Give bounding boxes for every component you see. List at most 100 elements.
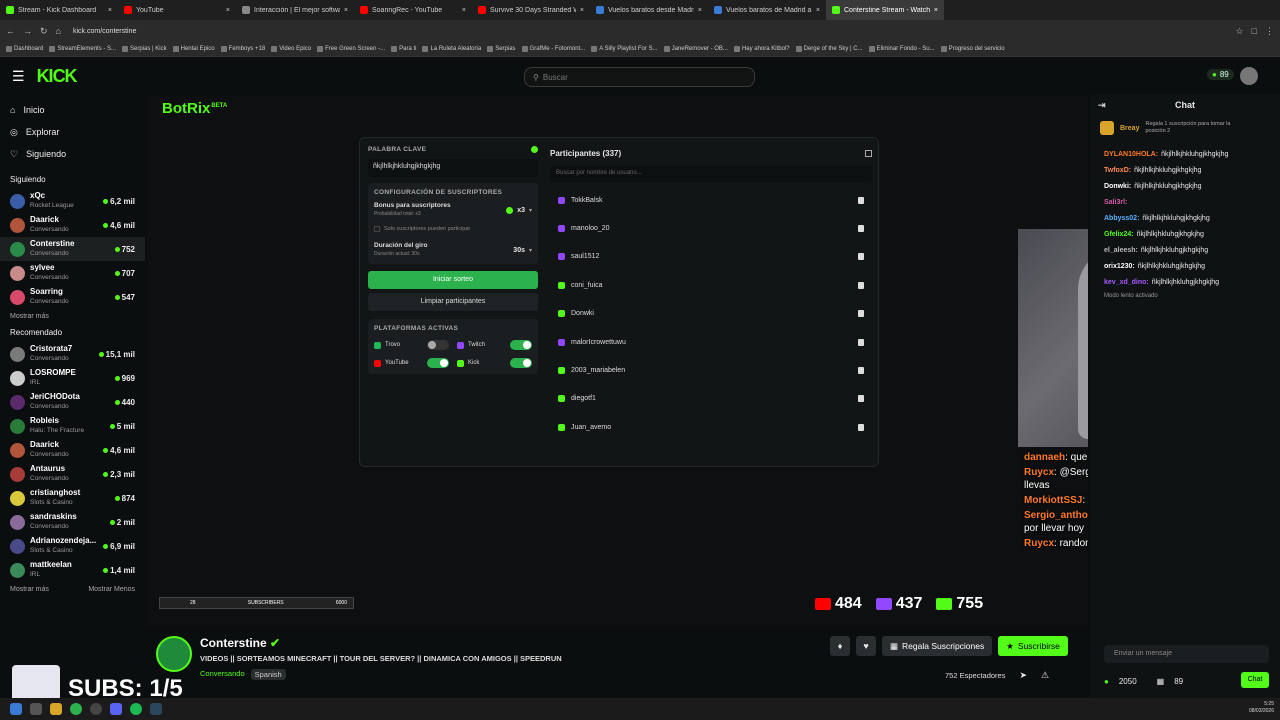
chat-user[interactable]: Gfelix24: <box>1104 231 1134 238</box>
channel-item[interactable]: Conterstine Conversando 752 <box>0 237 145 261</box>
bookmark-item[interactable]: Dashboard <box>6 46 43 52</box>
trash-icon[interactable] <box>858 395 864 403</box>
channel-item[interactable]: Daarick Conversando 4,6 mil <box>0 213 145 237</box>
bookmark-item[interactable]: Para ti <box>391 46 416 52</box>
user-avatar[interactable] <box>1240 67 1258 85</box>
search-box[interactable]: ⚲ <box>524 67 755 87</box>
bookmark-item[interactable]: Video Epico <box>271 46 311 52</box>
show-more-following[interactable]: Mostrar más <box>10 313 49 320</box>
star-icon[interactable]: ☆ <box>1235 26 1243 37</box>
video-player[interactable]: BotRixBETA PALABRA CLAVE ñkjlhlkjhkluhgj… <box>147 95 1088 627</box>
bookmark-item[interactable]: Progreso del servicio <box>940 46 1005 52</box>
steam-icon[interactable] <box>150 703 162 715</box>
reload-icon[interactable]: ↻ <box>40 26 48 37</box>
only-subs-checkbox[interactable] <box>374 226 380 232</box>
close-icon[interactable]: × <box>934 7 938 14</box>
trash-icon[interactable] <box>858 338 864 346</box>
browser-tab[interactable]: Conterstine Stream - Watch Liv × <box>826 0 944 20</box>
gift-subs-button[interactable]: ▦ Regala Suscripciones <box>882 636 993 656</box>
close-icon[interactable]: × <box>580 7 584 14</box>
show-more-recommended[interactable]: Mostrar más <box>10 586 49 593</box>
close-icon[interactable]: × <box>108 7 112 14</box>
chat-user[interactable]: Sali3rl: <box>1104 199 1127 206</box>
trash-icon[interactable] <box>858 423 864 431</box>
chat-user[interactable]: orix1230: <box>1104 263 1135 270</box>
channel-item[interactable]: LOSROMPE IRL 969 <box>0 366 145 390</box>
search-icon[interactable] <box>30 703 42 715</box>
forward-icon[interactable]: → <box>23 26 32 36</box>
stream-category[interactable]: Conversando <box>200 669 245 680</box>
chat-user[interactable]: Abbyss02: <box>1104 215 1139 222</box>
trash-icon[interactable] <box>858 310 864 318</box>
bookmark-item[interactable]: Serpias <box>487 46 516 52</box>
extensions-icon[interactable]: □ <box>1252 26 1257 36</box>
channel-item[interactable]: xQc Rocket League 6,2 mil <box>0 189 145 213</box>
language-tag[interactable]: Spanish <box>250 669 286 680</box>
channel-item[interactable]: sandraskins Conversando 2 mil <box>0 510 145 534</box>
platform-toggle[interactable] <box>510 340 532 350</box>
nav-siguiendo[interactable]: ♡ Siguiendo <box>0 143 145 165</box>
windows-start-icon[interactable] <box>10 703 22 715</box>
trash-icon[interactable] <box>858 225 864 233</box>
browser-tab[interactable]: Survive 30 Days Stranded With × <box>472 0 590 20</box>
chat-user[interactable]: kev_xd_dino: <box>1104 279 1149 286</box>
bookmark-item[interactable]: La Ruleta Aleatoria <box>422 46 481 52</box>
trash-icon[interactable] <box>858 196 864 204</box>
channel-item[interactable]: cristianghost Slots & Casino 874 <box>0 486 145 510</box>
nav-explorar[interactable]: ◎ Explorar <box>0 121 145 143</box>
participants-search[interactable]: Buscar por nombre de usuario... <box>550 166 872 182</box>
bookmark-item[interactable]: Hentai Epico <box>172 46 215 52</box>
menu-icon[interactable]: ⋮ <box>1265 26 1274 37</box>
heart-icon[interactable]: ♥ <box>856 636 876 656</box>
send-chat-button[interactable]: Chat <box>1241 672 1269 688</box>
url-field[interactable]: kick.com/conterstine <box>73 28 1228 35</box>
streamer-name[interactable]: Conterstine ✔ <box>200 636 280 650</box>
channel-item[interactable]: Cristorata7 Conversando 15,1 mil <box>0 342 145 366</box>
channel-item[interactable]: sylvee Conversando 707 <box>0 261 145 285</box>
channel-item[interactable]: Daarick Conversando 4,6 mil <box>0 438 145 462</box>
streamer-avatar[interactable] <box>156 636 192 672</box>
bookmark-item[interactable]: StreamElements - S... <box>49 46 116 52</box>
channel-item[interactable]: JeriCHODota Conversando 440 <box>0 390 145 414</box>
bookmark-item[interactable]: Hay ahora Kitbol? <box>733 46 790 52</box>
channel-item[interactable]: mattkeelan IRL 1,4 mil <box>0 558 145 582</box>
chat-user[interactable]: TwfoxD: <box>1104 167 1131 174</box>
show-less-recommended[interactable]: Mostrar Menos <box>88 586 135 593</box>
trash-icon[interactable] <box>858 253 864 261</box>
bonus-select[interactable]: x3 <box>517 207 525 214</box>
close-icon[interactable]: × <box>698 7 702 14</box>
subscribe-button[interactable]: ★ Suscribirse <box>998 636 1068 656</box>
chat-user[interactable]: Donwki: <box>1104 183 1131 190</box>
spotify-icon[interactable] <box>130 703 142 715</box>
report-icon[interactable]: ⚠ <box>1041 670 1049 681</box>
bookmark-item[interactable]: JaneRemover - OB... <box>663 46 728 52</box>
bookmark-item[interactable]: GrafMe - Fotomont... <box>521 46 585 52</box>
obs-icon[interactable] <box>90 703 102 715</box>
bell-icon[interactable]: ♦ <box>830 636 850 656</box>
bookmark-item[interactable]: Femboys +18 <box>220 46 265 52</box>
platform-toggle[interactable] <box>510 358 532 368</box>
points-badge[interactable]: ● 89 <box>1207 69 1234 80</box>
duration-select[interactable]: 30s <box>513 247 525 254</box>
bookmark-item[interactable]: Serpias | Kick <box>122 46 167 52</box>
platform-toggle[interactable] <box>427 340 449 350</box>
close-icon[interactable]: × <box>462 7 466 14</box>
close-icon[interactable]: × <box>344 7 348 14</box>
collapse-chat-icon[interactable]: ⇥ <box>1098 100 1106 111</box>
chrome-icon[interactable] <box>70 703 82 715</box>
browser-tab[interactable]: SoaringRec - YouTube × <box>354 0 472 20</box>
trash-icon[interactable] <box>858 367 864 375</box>
file-explorer-icon[interactable] <box>50 703 62 715</box>
chat-user[interactable]: DYLAN10HOLA: <box>1104 151 1158 158</box>
channel-item[interactable]: Robleis Halu: The Fracture 5 mil <box>0 414 145 438</box>
browser-tab[interactable]: Interacción | El mejor software × <box>236 0 354 20</box>
chat-user[interactable]: el_aleesh: <box>1104 247 1138 254</box>
kick-logo[interactable]: KICK <box>37 66 78 87</box>
chat-input[interactable]: Enviar un mensaje <box>1104 645 1269 663</box>
discord-icon[interactable] <box>110 703 122 715</box>
channel-item[interactable]: Soarring Conversando 547 <box>0 285 145 309</box>
channel-item[interactable]: Adrianozendeja... Slots & Casino 6,9 mil <box>0 534 145 558</box>
clear-participants-button[interactable]: Limpiar participantes <box>368 293 538 311</box>
browser-tab[interactable]: Vuelos baratos desde Madrid - × <box>590 0 708 20</box>
copy-icon[interactable] <box>865 149 872 157</box>
